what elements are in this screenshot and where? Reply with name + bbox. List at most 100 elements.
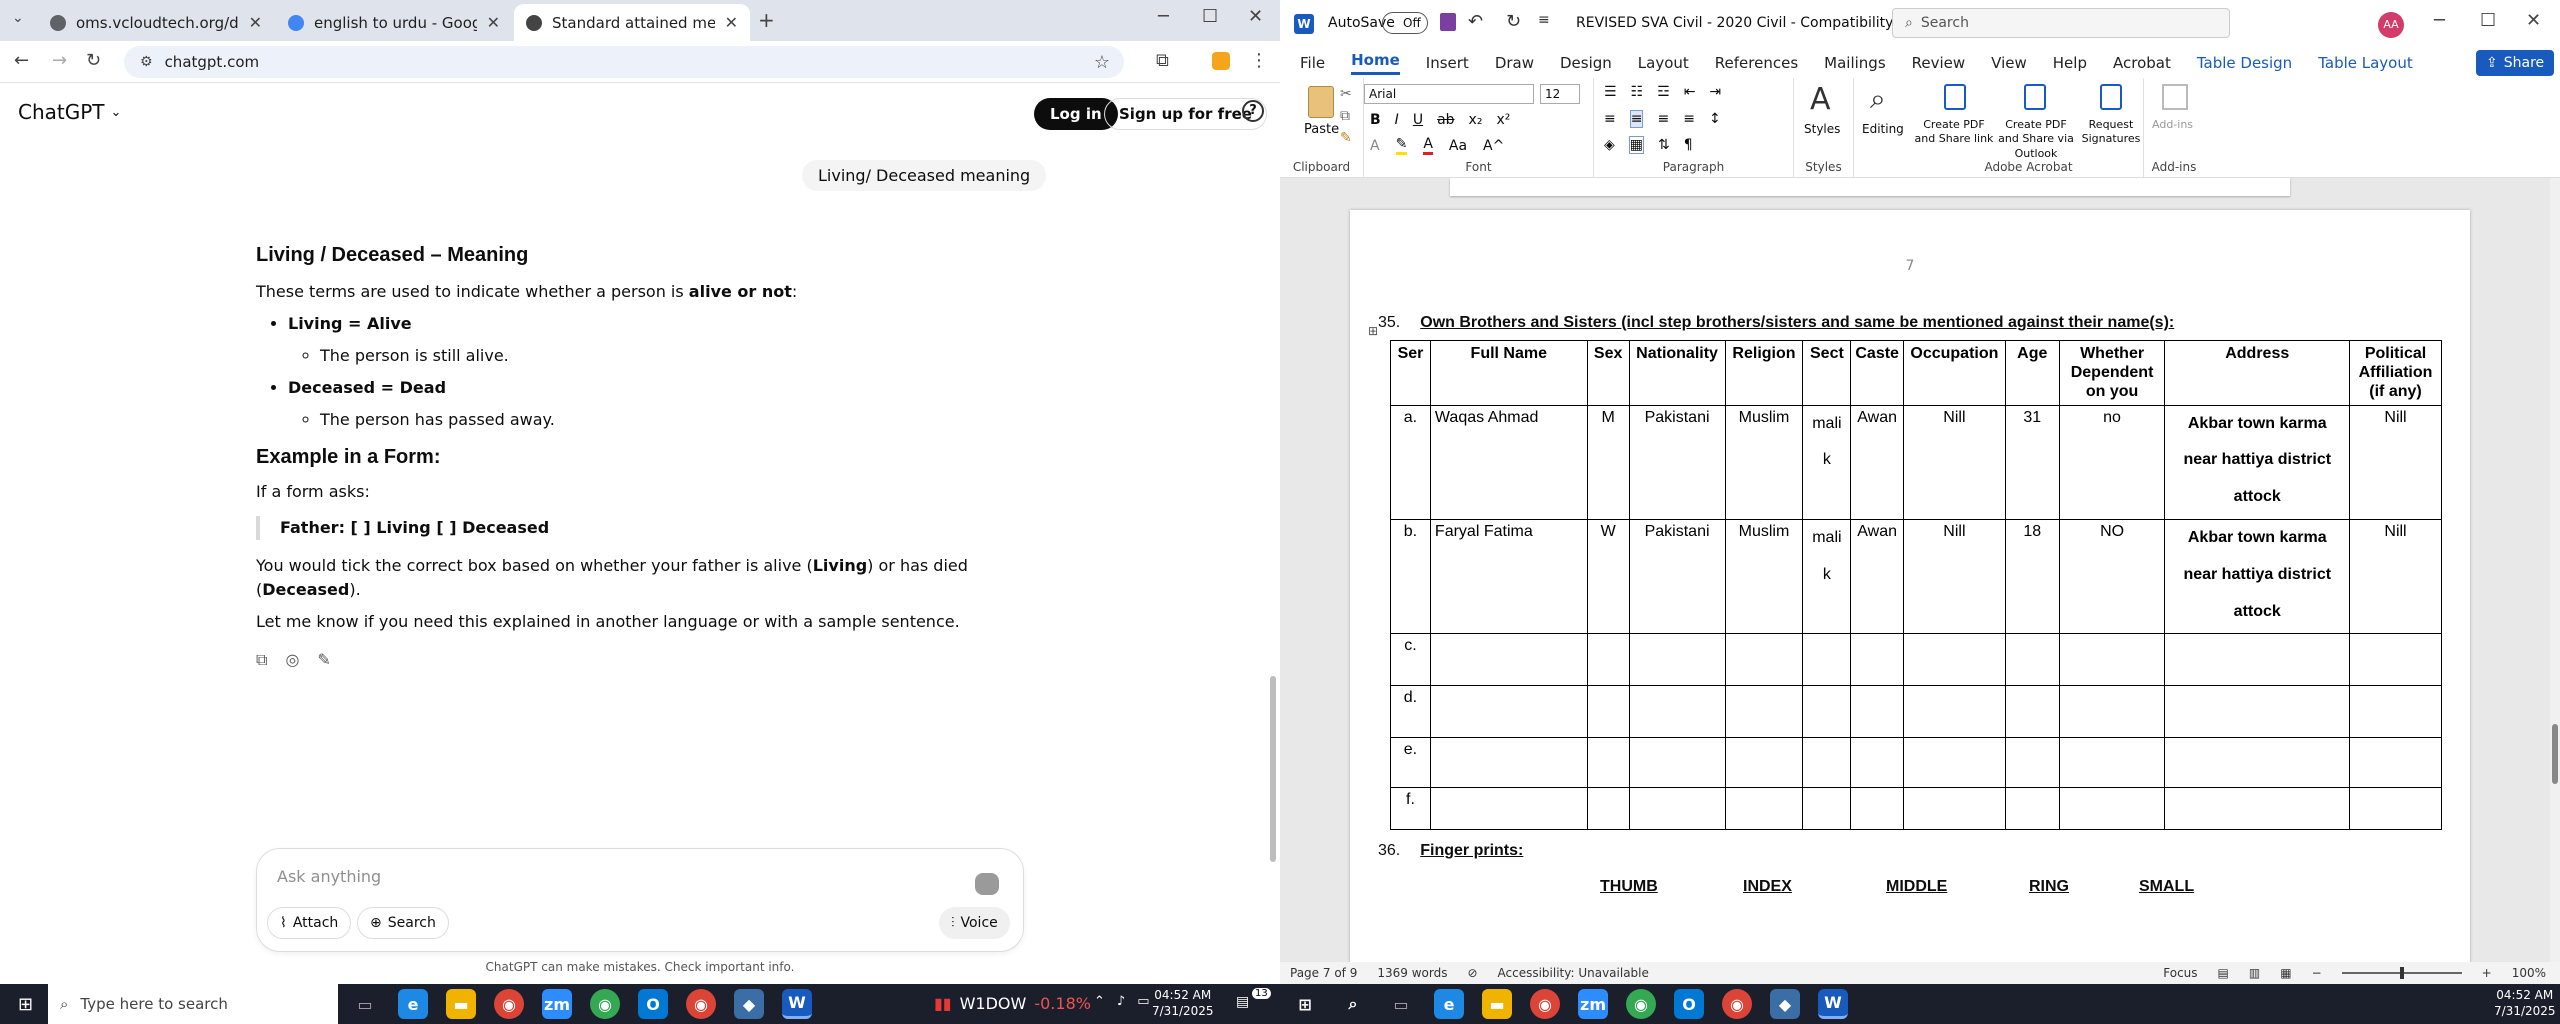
underline-icon[interactable]: U	[1413, 112, 1423, 128]
tab-file[interactable]: File	[1300, 54, 1325, 72]
increase-indent-icon[interactable]: ⇥	[1709, 84, 1721, 100]
scrollbar-thumb[interactable]	[1270, 676, 1276, 862]
cell[interactable]: Muslim	[1724, 518, 1804, 635]
chrome-icon[interactable]: ◉	[1722, 989, 1752, 1019]
format-painter-icon[interactable]: ✎	[1340, 130, 1352, 146]
search-icon[interactable]: ⌕	[1338, 989, 1368, 1019]
cell[interactable]	[2004, 685, 2060, 739]
clock-secondary[interactable]: 04:52 AM 7/31/2025	[2494, 987, 2556, 1019]
tab-chatgpt[interactable]: Standard attained meaning ✕	[514, 4, 750, 41]
cell[interactable]: Awan	[1850, 518, 1904, 635]
cell[interactable]	[2004, 737, 2060, 789]
search-field[interactable]: ⌕ Search	[1892, 8, 2230, 38]
addins-icon[interactable]	[2162, 84, 2188, 110]
cell[interactable]	[1724, 685, 1804, 739]
cell[interactable]: mali k	[1802, 518, 1852, 635]
windows-start-icon[interactable]: ⊞	[18, 994, 33, 1015]
forward-icon[interactable]: →	[52, 50, 67, 71]
chevron-up-icon[interactable]: ⌃	[1094, 994, 1105, 1009]
tab-design[interactable]: Design	[1560, 54, 1612, 72]
close-window-icon[interactable]: ✕	[2526, 10, 2541, 31]
print-layout-icon[interactable]: ▥	[2249, 966, 2260, 980]
new-tab-icon[interactable]: +	[758, 8, 775, 32]
file-explorer-icon[interactable]: ▬	[1482, 989, 1512, 1019]
tab-help[interactable]: Help	[2053, 54, 2087, 72]
close-tab-icon[interactable]: ✕	[725, 13, 738, 32]
extension-icon[interactable]	[1212, 52, 1230, 70]
save-icon[interactable]	[1440, 13, 1456, 31]
cell[interactable]	[1850, 633, 1904, 687]
cell[interactable]	[1429, 685, 1588, 739]
paste-icon[interactable]	[1308, 86, 1334, 118]
tab-review[interactable]: Review	[1912, 54, 1966, 72]
menu-icon[interactable]: ⋮	[1250, 50, 1268, 71]
cell[interactable]	[1724, 633, 1804, 687]
cell[interactable]	[2164, 685, 2351, 739]
proofing-icon[interactable]: ⊘	[1467, 966, 1477, 980]
cell[interactable]	[2164, 633, 2351, 687]
zoom-level[interactable]: 100%	[2512, 966, 2546, 980]
highlight-icon[interactable]: ✎	[1395, 136, 1408, 155]
word-app-icon[interactable]: W	[1818, 989, 1848, 1019]
cell[interactable]: Pakistani	[1628, 518, 1726, 635]
maximize-icon[interactable]: ☐	[1202, 6, 1218, 27]
pdf-share-button[interactable]: Create PDF and Share link	[1914, 118, 1994, 147]
extensions-icon[interactable]: ⧉	[1156, 50, 1169, 71]
maximize-icon[interactable]: ☐	[2480, 10, 2496, 31]
cell[interactable]: d.	[1390, 685, 1431, 739]
cell[interactable]: 31	[2004, 404, 2060, 520]
attach-button[interactable]: ⌇ Attach	[267, 907, 352, 939]
cell[interactable]: Waqas Ahmad	[1429, 404, 1588, 520]
cell[interactable]	[1586, 737, 1630, 789]
notification-icon[interactable]: ▤	[1236, 994, 1249, 1010]
find-icon[interactable]: ⌕	[1870, 82, 1886, 116]
tab-table-layout[interactable]: Table Layout	[2318, 54, 2413, 72]
chrome-icon[interactable]: ◉	[590, 989, 620, 1019]
cell[interactable]: M	[1586, 404, 1630, 520]
cell[interactable]	[2058, 685, 2166, 739]
cell[interactable]	[2004, 633, 2060, 687]
cell[interactable]: a.	[1390, 404, 1431, 520]
cell[interactable]	[1628, 787, 1726, 831]
cell[interactable]	[1628, 737, 1726, 789]
cell[interactable]	[2058, 787, 2166, 831]
cell[interactable]	[1850, 737, 1904, 789]
text-effects-icon[interactable]: A	[1370, 138, 1380, 154]
file-explorer-icon[interactable]: ▬	[446, 989, 476, 1019]
task-view-icon[interactable]: ▭	[350, 989, 380, 1019]
cell[interactable]	[2164, 787, 2351, 831]
align-center-icon[interactable]: ≡	[1629, 110, 1644, 128]
tab-acrobat[interactable]: Acrobat	[2113, 54, 2171, 72]
app-icon[interactable]: ◆	[1770, 989, 1800, 1019]
redo-icon[interactable]: ↻	[1506, 11, 1521, 32]
chrome-icon[interactable]: ◉	[686, 989, 716, 1019]
editing-button[interactable]: Editing	[1862, 122, 1904, 136]
stock-widget[interactable]: ▮▮ W1DOW -0.18%	[934, 994, 1091, 1013]
superscript-icon[interactable]: x²	[1496, 112, 1510, 128]
cell[interactable]	[2004, 787, 2060, 831]
taskbar-search[interactable]: ⌕ Type here to search	[48, 984, 338, 1024]
signatures-button[interactable]: Request Signatures	[2080, 118, 2142, 147]
cell[interactable]	[1802, 685, 1852, 739]
accessibility-status[interactable]: Accessibility: Unavailable	[1498, 966, 1649, 980]
network-icon[interactable]: ▭	[1137, 994, 1149, 1009]
cell[interactable]	[2164, 737, 2351, 789]
numbering-icon[interactable]: ☷	[1631, 84, 1644, 100]
cut-icon[interactable]: ✂	[1340, 86, 1352, 102]
word-count[interactable]: 1369 words	[1377, 966, 1447, 980]
paste-button[interactable]: Paste	[1304, 122, 1339, 137]
cell[interactable]: Awan	[1850, 404, 1904, 520]
bold-icon[interactable]: B	[1370, 112, 1381, 128]
cell[interactable]	[1850, 787, 1904, 831]
bookmark-star-icon[interactable]: ☆	[1094, 52, 1110, 73]
edit-icon[interactable]: ✎	[317, 648, 330, 672]
outlook-icon[interactable]: O	[638, 989, 668, 1019]
search-button[interactable]: ⊕ Search	[357, 907, 449, 939]
cell[interactable]	[1902, 633, 2006, 687]
cell[interactable]	[1902, 787, 2006, 831]
subscript-icon[interactable]: x₂	[1469, 112, 1483, 128]
zoom-out-icon[interactable]: −	[2312, 966, 2322, 980]
edge-icon[interactable]: e	[1434, 989, 1464, 1019]
close-tab-icon[interactable]: ✕	[249, 13, 262, 32]
cell[interactable]: Akbar town karma near hattiya district a…	[2164, 404, 2351, 520]
